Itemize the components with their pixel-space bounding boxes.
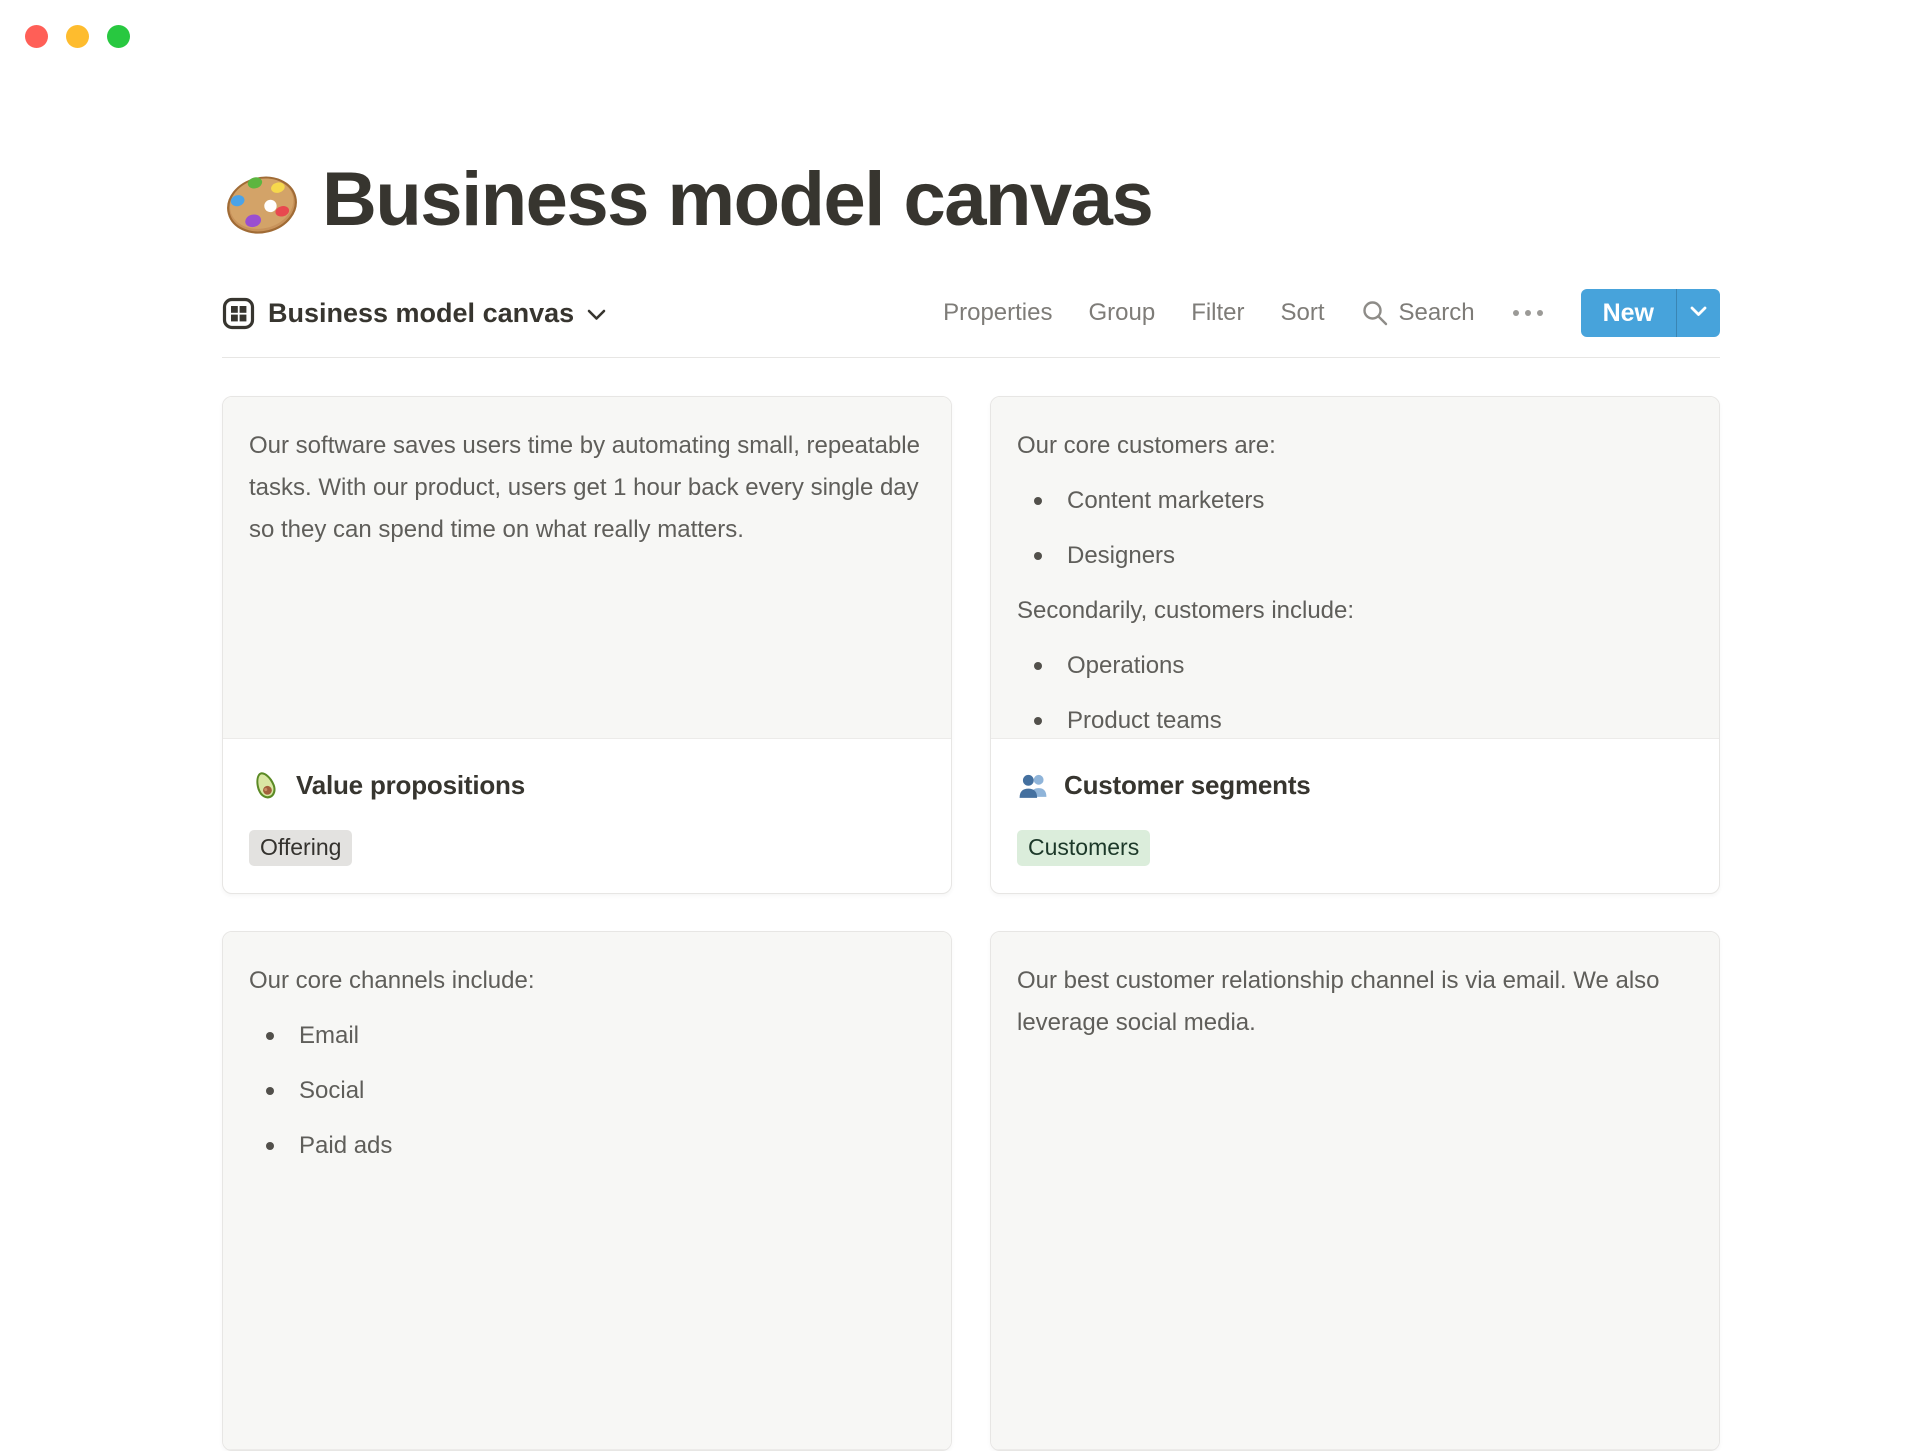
close-window-button[interactable]	[25, 25, 48, 48]
card-preview-bullet-item: Product teams	[1017, 700, 1693, 738]
gallery-card[interactable]: Our software saves users time by automat…	[222, 396, 952, 894]
view-selector[interactable]: Business model canvas	[222, 297, 606, 330]
card-title: Customer segments	[1064, 770, 1311, 800]
sort-button[interactable]: Sort	[1281, 299, 1325, 327]
search-icon	[1361, 299, 1389, 327]
card-emoji-icon	[1017, 769, 1050, 802]
zoom-window-button[interactable]	[107, 25, 130, 48]
card-preview-bullet-list: Email Social Paid ads	[249, 1015, 925, 1167]
ellipsis-icon	[1511, 308, 1545, 318]
card-title: Value propositions	[296, 770, 525, 800]
search-label: Search	[1398, 299, 1475, 326]
card-preview: Our software saves users time by automat…	[223, 397, 951, 739]
view-name: Business model canvas	[268, 297, 575, 328]
card-preview-bullet-item: Paid ads	[249, 1125, 925, 1167]
page-content: Business model canvas Business model can…	[222, 0, 1720, 1451]
gallery-card[interactable]: Our core channels include: Email Social Pai…	[222, 931, 952, 1451]
new-options-button[interactable]	[1676, 289, 1720, 337]
new-button[interactable]: New	[1581, 289, 1676, 337]
toolbar-divider	[222, 357, 1720, 358]
card-preview-paragraph: Our software saves users time by automat…	[249, 432, 920, 543]
card-preview-bullet-item: Social	[249, 1070, 925, 1112]
card-preview-bullet-item: Email	[249, 1015, 925, 1057]
card-preview-paragraph: Secondarily, customers include:	[1017, 597, 1355, 624]
properties-button[interactable]: Properties	[943, 299, 1052, 327]
card-preview: Our best customer relationship channel i…	[991, 932, 1719, 1450]
toolbar-actions: Properties Group Filter Sort Search New	[943, 289, 1720, 337]
card-preview-bullet-item: Designers	[1017, 535, 1693, 577]
card-emoji-icon	[249, 769, 282, 802]
chevron-down-icon	[1690, 304, 1707, 322]
card-preview-bullet-item: Content marketers	[1017, 480, 1693, 522]
group-button[interactable]: Group	[1088, 299, 1155, 327]
gallery-card[interactable]: Our core customers are: Content marketers…	[990, 396, 1720, 894]
page-header: Business model canvas	[222, 156, 1720, 243]
card-footer: Customer segments Customers	[991, 739, 1719, 892]
gallery-view-icon	[222, 297, 255, 330]
collection-toolbar: Business model canvas Properties Group F…	[222, 289, 1720, 337]
card-footer: Value propositions Offering	[223, 739, 951, 892]
card-tag: Offering	[249, 830, 353, 866]
page-title[interactable]: Business model canvas	[322, 156, 1154, 243]
card-preview-paragraph: Our core channels include:	[249, 967, 535, 994]
card-preview-paragraph: Our best customer relationship channel i…	[1017, 967, 1660, 1036]
palette-icon[interactable]	[222, 160, 302, 240]
more-options-button[interactable]	[1511, 308, 1545, 318]
chevron-down-icon	[587, 305, 606, 321]
card-preview-bullet-list: Operations Product teams	[1017, 645, 1693, 738]
minimize-window-button[interactable]	[66, 25, 89, 48]
card-preview-bullet-list: Content marketers Designers	[1017, 480, 1693, 577]
card-preview-paragraph: Our core customers are:	[1017, 432, 1276, 459]
card-preview: Our core customers are: Content marketers…	[991, 397, 1719, 739]
card-preview: Our core channels include: Email Social Pai…	[223, 932, 951, 1450]
filter-button[interactable]: Filter	[1191, 299, 1244, 327]
window-controls	[25, 25, 130, 48]
new-split-button: New	[1580, 289, 1720, 337]
card-tag: Customers	[1017, 830, 1151, 866]
card-preview-bullet-item: Operations	[1017, 645, 1693, 687]
gallery-card-grid: Our software saves users time by automat…	[222, 396, 1720, 1451]
gallery-card[interactable]: Our best customer relationship channel i…	[990, 931, 1720, 1451]
search-button[interactable]: Search	[1361, 299, 1475, 327]
